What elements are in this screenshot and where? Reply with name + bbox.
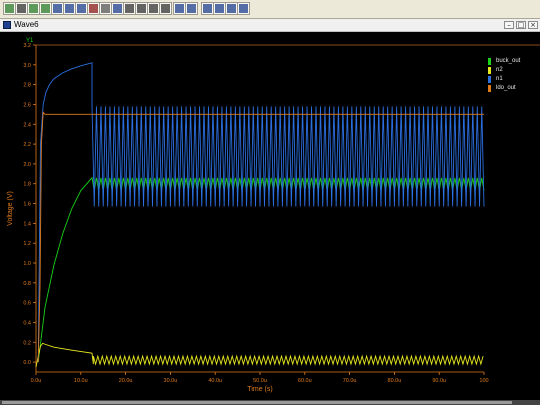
- toolbar: [0, 0, 540, 19]
- zoom-out-icon: [149, 4, 158, 13]
- zoom-in-alt-icon: [137, 4, 146, 13]
- x-tick-label: 40.0u: [208, 378, 222, 384]
- layout-icon: [227, 4, 236, 13]
- legend-item[interactable]: n2: [488, 66, 540, 75]
- cut-icon: [89, 4, 98, 13]
- x-tick-label: 20.0u: [119, 378, 133, 384]
- tile-icon: [239, 4, 248, 13]
- x-tick-label: 60.0u: [298, 378, 312, 384]
- legend-item[interactable]: n1: [488, 75, 540, 84]
- x-tick-label: 30.0u: [164, 378, 178, 384]
- y-tick-label: 2.8: [23, 83, 31, 89]
- y-tick-label: 0.2: [23, 340, 31, 346]
- y-tick-label: 1.6: [23, 202, 31, 208]
- graph-icon: [5, 4, 14, 13]
- x-tick-label: 100: [479, 378, 488, 384]
- y-tick-label: 0.4: [23, 320, 31, 326]
- table-icon: [203, 4, 212, 13]
- legend-swatch: [488, 58, 491, 65]
- y-tick-label: 3.0: [23, 63, 31, 69]
- box-icon: [113, 4, 122, 13]
- minimize-button[interactable]: –: [504, 21, 514, 29]
- tile-button[interactable]: [237, 2, 250, 15]
- step-up-icon: [29, 4, 38, 13]
- x-tick-label: 90.0u: [432, 378, 446, 384]
- step-down-icon: [41, 4, 50, 13]
- window-title: Wave6: [14, 20, 39, 29]
- close-button[interactable]: ×: [528, 21, 538, 29]
- maximize-button[interactable]: □: [516, 21, 526, 29]
- legend-swatch: [488, 85, 491, 92]
- grid-icon: [101, 4, 110, 13]
- x-tick-label: 50.0u: [253, 378, 267, 384]
- legend: buck_out n2 n1 ldo_out: [488, 57, 540, 93]
- y-tick-label: 1.2: [23, 241, 31, 247]
- y-axis-title: Voltage (V): [7, 191, 14, 226]
- x-tick-label: 70.0u: [343, 378, 357, 384]
- window-icon: [3, 21, 11, 29]
- plot-area[interactable]: Y10.00.20.40.60.81.01.21.41.61.82.02.22.…: [0, 32, 540, 400]
- y-tick-label: 0.0: [23, 360, 31, 366]
- y-tick-label: 2.4: [23, 122, 31, 128]
- window-titlebar: Wave6 – □ ×: [0, 19, 540, 32]
- zoom-fit-icon: [161, 4, 170, 13]
- legend-label: n2: [496, 67, 503, 73]
- y-tick-label: 0.8: [23, 281, 31, 287]
- y-tick-label: 1.8: [23, 182, 31, 188]
- horizontal-scrollbar[interactable]: [0, 400, 540, 405]
- stack-icon: [215, 4, 224, 13]
- legend-item[interactable]: buck_out: [488, 57, 540, 66]
- chart-button[interactable]: [185, 2, 198, 15]
- y-tick-label: 3.2: [23, 43, 31, 49]
- marker-down-icon: [77, 4, 86, 13]
- x-tick-label: 0.0u: [31, 378, 42, 384]
- chart-icon: [187, 4, 196, 13]
- x-tick-label: 10.0u: [74, 378, 88, 384]
- zoom-fit-button[interactable]: [159, 2, 172, 15]
- legend-label: ldo_out: [496, 85, 516, 91]
- legend-label: n1: [496, 76, 503, 82]
- marker-icon: [53, 4, 62, 13]
- wave-window: Wave6 – □ × Y1 0.0 0.2 0.4 0.6 0.8 1.0 1.2 1.4 1.…: [0, 19, 540, 405]
- series-line-n2: [35, 342, 484, 368]
- arrow-icon: [17, 4, 26, 13]
- zoom-in-icon: [125, 4, 134, 13]
- legend-item[interactable]: ldo_out: [488, 84, 540, 93]
- x-tick-label: 80.0u: [388, 378, 402, 384]
- scrollbar-thumb[interactable]: [2, 401, 512, 404]
- marker-icon: [65, 4, 74, 13]
- legend-label: buck_out: [496, 58, 521, 64]
- legend-swatch: [488, 76, 491, 83]
- y-tick-label: 2.2: [23, 142, 31, 148]
- y-tick-label: 1.0: [23, 261, 31, 267]
- legend-swatch: [488, 67, 491, 74]
- x-axis-title: Time (s): [247, 386, 272, 393]
- y-tick-label: 2.6: [23, 102, 31, 108]
- screen-icon: [175, 4, 184, 13]
- y-tick-label: 2.0: [23, 162, 31, 168]
- series-line-n1: [37, 62, 485, 363]
- y-tick-label: 0.6: [23, 301, 31, 307]
- y-tick-label: 1.4: [23, 221, 31, 227]
